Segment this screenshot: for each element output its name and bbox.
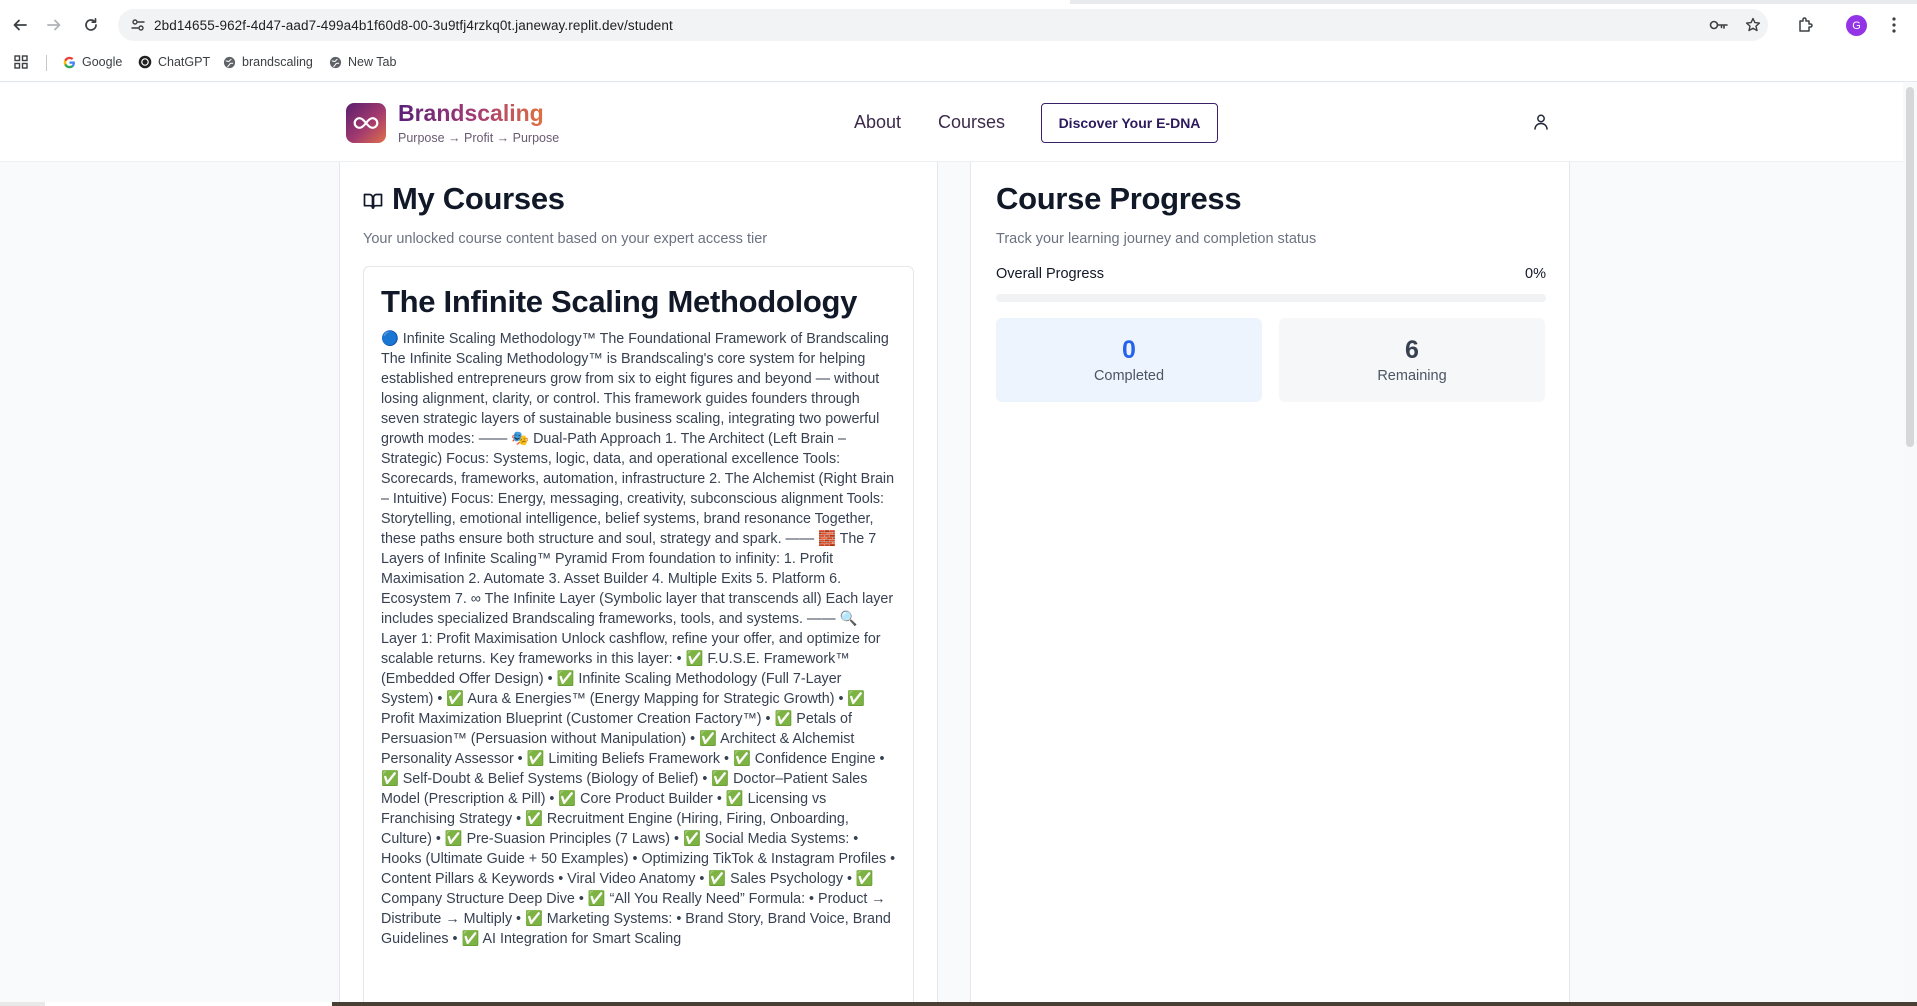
completed-stat: 0 Completed [996,318,1262,402]
my-courses-title: My Courses [392,181,565,216]
reload-icon[interactable] [78,12,104,38]
bookmark-label: New Tab [348,55,397,69]
course-progress-card: Course Progress Track your learning jour… [970,150,1570,1006]
browser-chrome: 2bd14655-962f-4d47-aad7-499a4b1f60d8-00-… [0,0,1917,82]
bookmark-star-icon[interactable] [1743,15,1763,35]
back-icon[interactable] [7,12,33,38]
my-courses-subtitle: Your unlocked course content based on yo… [363,231,768,247]
completed-label: Completed [1093,368,1165,384]
remaining-count: 6 [1405,336,1419,364]
page-scrollbar[interactable] [1903,83,1917,1006]
my-courses-card: My Courses Your unlocked course content … [339,150,938,1006]
apps-grid-icon[interactable] [14,53,28,71]
brand-tagline: Purpose → Profit → Purpose [398,131,560,145]
google-icon [62,55,76,69]
course-progress-title: Course Progress [996,181,1242,216]
course-title[interactable]: The Infinite Scaling Methodology [381,284,857,320]
course-description: 🔵 Infinite Scaling Methodology™ The Foun… [381,331,896,947]
bookmark-google[interactable]: Google [62,53,122,71]
url-text[interactable]: 2bd14655-962f-4d47-aad7-499a4b1f60d8-00-… [154,18,673,33]
menu-kebab-icon[interactable] [1884,15,1904,35]
extensions-icon[interactable] [1796,15,1816,35]
bookmark-label: brandscaling [242,55,313,69]
taskbar-edge [0,1002,1917,1006]
site-header: Brandscaling Purpose → Profit → Purpose … [0,83,1917,162]
completed-count: 0 [1122,336,1136,364]
bookmark-label: ChatGPT [158,55,211,69]
profile-avatar[interactable]: G [1846,15,1867,36]
brand-name[interactable]: Brandscaling [398,100,544,127]
tab-strip [0,0,1917,4]
address-bar[interactable]: 2bd14655-962f-4d47-aad7-499a4b1f60d8-00-… [118,9,1768,41]
brand-logo[interactable] [346,103,386,143]
remaining-stat: 6 Remaining [1279,318,1545,402]
overall-progress-row: Overall Progress 0% [996,266,1546,282]
discover-edna-button[interactable]: Discover Your E-DNA [1041,103,1218,143]
site-info-icon[interactable] [128,15,148,35]
globe-icon [222,55,236,69]
browser-toolbar: 2bd14655-962f-4d47-aad7-499a4b1f60d8-00-… [0,6,1917,44]
course-card[interactable]: The Infinite Scaling Methodology 🔵 Infin… [363,266,914,1006]
bookmark-brandscaling[interactable]: brandscaling [222,53,313,71]
book-open-icon [363,193,383,209]
globe-icon [328,55,342,69]
bookmark-label: Google [82,55,123,69]
remaining-label: Remaining [1377,368,1447,384]
bookmarks-bar: Google ChatGPT brandscaling New Tab [0,50,1917,74]
overall-progress-percent: 0% [1525,266,1546,282]
course-progress-subtitle: Track your learning journey and completi… [996,231,1317,247]
bookmark-chatgpt[interactable]: ChatGPT [138,53,210,71]
scrollbar-thumb[interactable] [1906,87,1914,447]
password-key-icon[interactable] [1709,15,1729,35]
bookmark-new-tab[interactable]: New Tab [328,53,396,71]
bookmarks-divider [46,55,47,71]
overall-progress-label: Overall Progress [996,266,1104,282]
chatgpt-icon [138,55,152,69]
nav-about[interactable]: About [854,112,901,133]
user-icon[interactable] [1532,113,1550,131]
overall-progress-bar [996,294,1546,302]
infinity-icon [353,117,379,129]
forward-icon[interactable] [41,12,67,38]
nav-courses[interactable]: Courses [938,112,1005,133]
